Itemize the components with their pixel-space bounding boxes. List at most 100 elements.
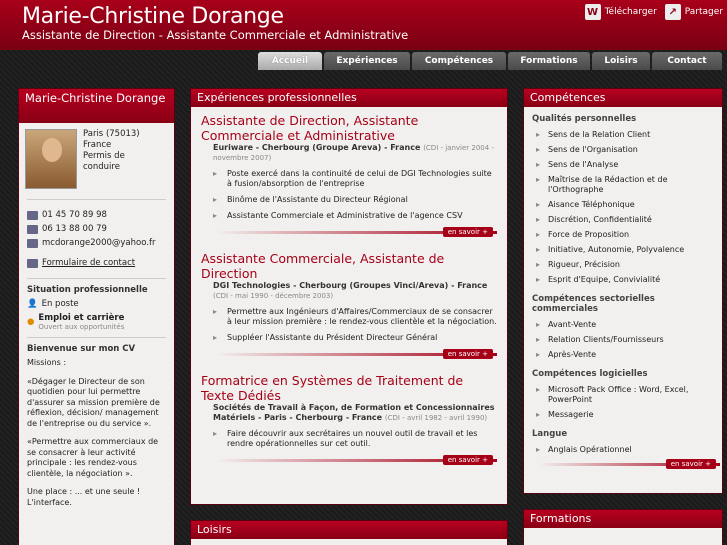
divider: [27, 278, 166, 279]
more-button[interactable]: en savoir +: [442, 227, 493, 237]
job-status-text: Ouvert aux opportunités: [38, 323, 125, 331]
experience-date: (CDI - mai 1990 - décembre 2003): [213, 292, 334, 300]
comp-item: Initiative, Autonomie, Polyvalence: [534, 242, 722, 257]
form-icon: [27, 258, 38, 268]
share-button[interactable]: ↗ Partager: [664, 4, 723, 20]
experience-title[interactable]: Formatrice en Systèmes de Traitement de …: [201, 373, 499, 403]
toolbar: W Télécharger ↗ Partager: [584, 4, 723, 20]
site-subtitle: Assistante de Direction - Assistante Com…: [22, 28, 409, 42]
comp-list: Avant-Vente Relation Clients/Fournisseur…: [524, 317, 722, 362]
comp-group-title: Qualités personnelles: [532, 114, 637, 124]
experience-date: (CDI - avril 1982 - avril 1990): [384, 414, 488, 422]
comp-item: Microsoft Pack Office : Word, Excel, Pow…: [534, 382, 722, 407]
tab-accueil[interactable]: Accueil: [258, 52, 322, 70]
cv-paragraph-1: «Dégager le Directeur de son quotidien p…: [27, 376, 160, 428]
comp-item: Après-Vente: [534, 347, 722, 362]
situation-status-text: En poste: [41, 299, 79, 309]
briefcase-icon: ●: [27, 317, 35, 327]
bullet: Poste exercé dans la continuité de celui…: [213, 169, 499, 189]
situation-title: Situation professionnelle: [27, 285, 148, 295]
phone-2: 06 13 88 00 79: [42, 224, 107, 234]
phone-1: 01 45 70 89 98: [42, 210, 107, 220]
more-button[interactable]: en savoir +: [665, 459, 716, 469]
welcome-title: Bienvenue sur mon CV: [27, 344, 136, 354]
share-icon: ↗: [664, 4, 681, 20]
comp-list: Microsoft Pack Office : Word, Excel, Pow…: [524, 382, 722, 422]
more-button[interactable]: en savoir +: [442, 455, 493, 465]
profile-location: Paris (75013) France Permis de conduire: [83, 129, 140, 189]
cv-intro: Missions : «Dégager le Directeur de son …: [19, 356, 174, 518]
more-row: en savoir +: [201, 349, 499, 359]
experience-bullets: Poste exercé dans la continuité de celui…: [201, 169, 499, 221]
competences-heading: Compétences: [524, 89, 722, 107]
comp-group-title: Compétences sectorielles commerciales: [532, 294, 655, 314]
more-button[interactable]: en savoir +: [442, 349, 493, 359]
bullet: Assistante Commerciale et Administrative…: [213, 211, 499, 221]
site-title: Marie-Christine Dorange: [22, 4, 284, 29]
divider: [27, 199, 166, 200]
loisirs-heading: Loisirs: [191, 521, 507, 539]
identity-block: Paris (75013) France Permis de conduire: [19, 123, 174, 195]
more-row: en savoir +: [524, 459, 722, 469]
formations-panel: Formations: [523, 509, 723, 545]
location-country: France: [83, 140, 112, 150]
comp-item: Avant-Vente: [534, 317, 722, 332]
experience-item: Assistante de Direction, Assistante Comm…: [191, 107, 507, 245]
tab-formations[interactable]: Formations: [508, 52, 590, 70]
header: Marie-Christine Dorange Assistante de Di…: [0, 0, 727, 50]
phone-icon: [27, 210, 38, 220]
comp-item: Relation Clients/Fournisseurs: [534, 332, 722, 347]
tab-experiences[interactable]: Expériences: [324, 52, 410, 70]
experience-company: Sociétés de Travail à Façon, de Formatio…: [201, 403, 499, 423]
more-row: en savoir +: [201, 227, 499, 237]
profile-photo: [25, 129, 77, 189]
cv-paragraph-2: «Permettre aux commerciaux de se consacr…: [27, 437, 159, 478]
license-line1: Permis de: [83, 151, 125, 161]
comp-item: Discrétion, Confidentialité: [534, 212, 722, 227]
comp-list: Sens de la Relation Client Sens de l'Org…: [524, 127, 722, 287]
comp-group-title: Compétences logicielles: [532, 369, 648, 379]
job-title: Emploi et carrière: [38, 313, 125, 323]
tab-competences[interactable]: Compétences: [412, 52, 506, 70]
experience-title[interactable]: Assistante Commerciale, Assistante de Di…: [201, 251, 499, 281]
email[interactable]: mcdorange2000@yahoo.fr: [42, 236, 155, 250]
download-button[interactable]: W Télécharger: [584, 4, 657, 20]
bullet: Faire découvrir aux secrétaires un nouve…: [213, 429, 499, 449]
tab-loisirs[interactable]: Loisirs: [592, 52, 650, 70]
loisirs-panel: Loisirs: [190, 520, 508, 545]
download-label: Télécharger: [604, 7, 657, 17]
more-row: en savoir +: [201, 455, 499, 465]
experience-bullets: Faire découvrir aux secrétaires un nouve…: [201, 429, 499, 449]
experience-title[interactable]: Assistante de Direction, Assistante Comm…: [201, 113, 499, 143]
comp-item: Messagerie: [534, 407, 722, 422]
location-city: Paris (75013): [83, 129, 140, 139]
comp-item: Esprit d'Equipe, Convivialité: [534, 272, 722, 287]
company-name: DGI Technologies - Cherbourg (Groupes Vi…: [213, 281, 488, 290]
situation-status: 👤 En poste: [19, 297, 174, 311]
comp-item: Force de Proposition: [534, 227, 722, 242]
mobile-row: 06 13 88 00 79: [27, 222, 166, 236]
word-icon: W: [584, 4, 601, 20]
share-label: Partager: [684, 7, 723, 17]
comp-item: Sens de la Relation Client: [534, 127, 722, 142]
divider: [27, 337, 166, 338]
comp-list: Anglais Opérationnel: [524, 442, 722, 457]
bullet: Suppléer l'Assistante du Président Direc…: [213, 333, 499, 343]
experience-bullets: Permettre aux Ingénieurs d'Affaires/Comm…: [201, 307, 499, 343]
experiences-heading: Expériences professionnelles: [191, 89, 507, 107]
contact-form-row: Formulaire de contact: [27, 256, 166, 270]
comp-item: Sens de l'Analyse: [534, 157, 722, 172]
license-line2: conduire: [83, 162, 120, 172]
contact-form-link[interactable]: Formulaire de contact: [42, 256, 135, 270]
person-icon: 👤: [27, 299, 38, 309]
mobile-icon: [27, 224, 38, 234]
tab-contact[interactable]: Contact: [652, 52, 722, 70]
missions-label: Missions :: [27, 358, 67, 367]
bullet: Permettre aux Ingénieurs d'Affaires/Comm…: [213, 307, 499, 327]
comp-item: Sens de l'Organisation: [534, 142, 722, 157]
comp-item: Maîtrise de la Rédaction et de l'Orthogr…: [534, 172, 722, 197]
competences-panel: Compétences Qualités personnelles Sens d…: [523, 88, 723, 494]
job-status: ● Emploi et carrière Ouvert aux opportuni…: [19, 311, 174, 333]
experiences-panel: Expériences professionnelles Assistante …: [190, 88, 508, 505]
email-row: mcdorange2000@yahoo.fr: [27, 236, 166, 250]
